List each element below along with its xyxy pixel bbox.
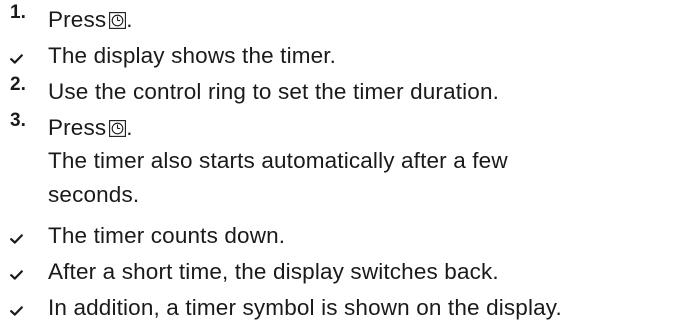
result-display-switches-back: After a short time, the display switches… xyxy=(0,254,676,290)
step-text: Press. xyxy=(48,7,133,32)
result-text: The display shows the timer. xyxy=(48,43,337,68)
step-text: Press. xyxy=(48,115,133,140)
step-1: 1. Press. xyxy=(0,2,676,38)
result-timer-counts-down: The timer counts down. xyxy=(0,218,676,254)
timer-button-icon xyxy=(109,12,127,29)
step-text: Use the control ring to set the timer du… xyxy=(48,79,500,104)
check-icon xyxy=(10,270,23,280)
step-2: 2. Use the control ring to set the timer… xyxy=(0,74,676,110)
step-number: 3. xyxy=(10,110,26,131)
check-icon xyxy=(10,306,23,316)
step-3: 3. Press. xyxy=(0,110,676,146)
step-number: 2. xyxy=(10,74,26,95)
step-note-line-2: seconds. xyxy=(48,182,140,207)
timer-button-icon xyxy=(109,120,127,137)
check-icon xyxy=(10,54,23,64)
result-display-shows-timer: The display shows the timer. xyxy=(0,38,676,74)
step-number: 1. xyxy=(10,2,26,23)
step-note-line-1: The timer also starts automatically afte… xyxy=(48,148,508,173)
result-text: The timer counts down. xyxy=(48,223,286,248)
instruction-steps: 1. Press. The display shows the timer. 2… xyxy=(0,0,676,336)
result-text: In addition, a timer symbol is shown on … xyxy=(48,295,562,320)
result-text: After a short time, the display switches… xyxy=(48,259,499,284)
result-timer-symbol-shown: In addition, a timer symbol is shown on … xyxy=(0,290,676,326)
check-icon xyxy=(10,234,23,244)
